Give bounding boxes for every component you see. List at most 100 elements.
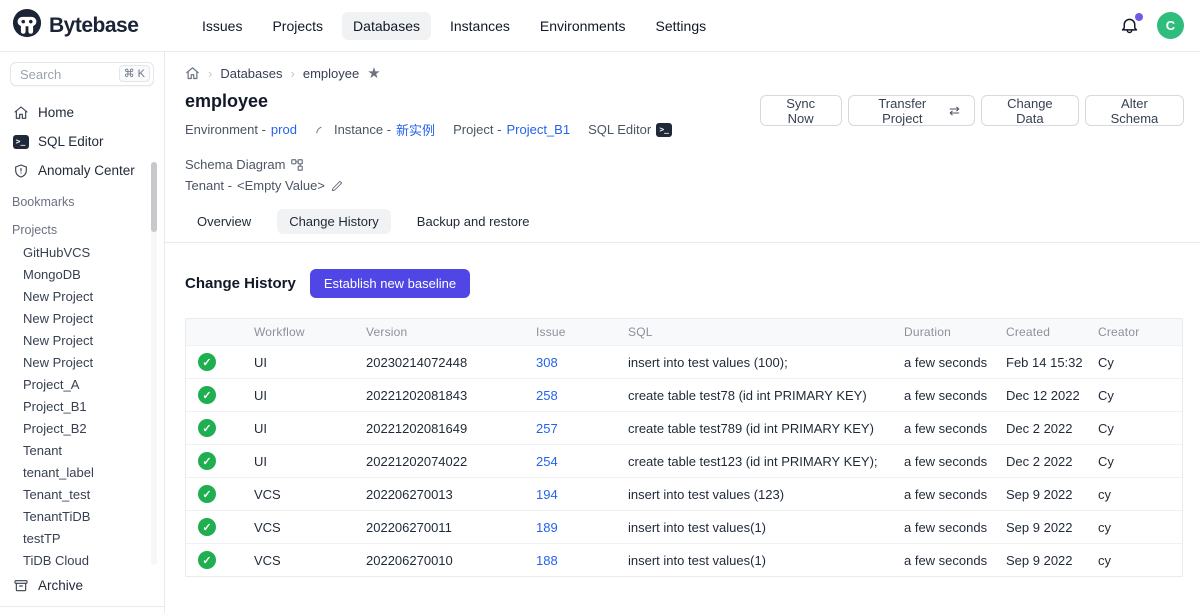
change-data-button[interactable]: Change Data <box>981 95 1079 126</box>
avatar[interactable]: C <box>1157 12 1184 39</box>
sidebar-project-item[interactable]: tenant_label <box>0 461 164 483</box>
nav-item-projects[interactable]: Projects <box>261 12 334 40</box>
nav-item-instances[interactable]: Instances <box>439 12 521 40</box>
issue-cell: 308 <box>524 346 616 379</box>
sql-cell: insert into test values (123) <box>616 478 892 511</box>
favorite-star-icon[interactable]: ★ <box>367 66 380 81</box>
meta-environment: Environment - prod <box>185 122 297 137</box>
tab-overview[interactable]: Overview <box>185 209 263 234</box>
sidebar-project-item[interactable]: New Project <box>0 285 164 307</box>
meta-schema-diagram[interactable]: Schema Diagram <box>185 157 304 172</box>
success-check-icon: ✓ <box>198 551 216 569</box>
establish-baseline-button[interactable]: Establish new baseline <box>310 269 470 298</box>
sql-cell: create table test123 (id int PRIMARY KEY… <box>616 445 892 478</box>
sidebar-project-item[interactable]: New Project <box>0 329 164 351</box>
issue-link[interactable]: 254 <box>536 454 558 469</box>
issue-link[interactable]: 308 <box>536 355 558 370</box>
project-link[interactable]: Project_B1 <box>506 122 570 137</box>
sidebar-project-item[interactable]: TiDB Cloud <box>0 549 164 571</box>
table-row[interactable]: ✓UI20230214072448308insert into test val… <box>186 346 1182 379</box>
created-cell: Sep 9 2022 <box>994 511 1086 544</box>
database-meta-row: Environment - prod Instance - 新实例 P <box>185 120 760 172</box>
sidebar-project-item[interactable]: TenantTiDB <box>0 505 164 527</box>
sidebar-project-item[interactable]: testTP <box>0 527 164 549</box>
sidebar-bottom: Archive Enterprise Plan <box>0 571 164 613</box>
sql-cell: create table test789 (id int PRIMARY KEY… <box>616 412 892 445</box>
issue-link[interactable]: 258 <box>536 388 558 403</box>
mysql-engine-icon <box>315 123 329 137</box>
sidebar: ⌘ K Home>_SQL EditorAnomaly Center Bookm… <box>0 52 165 613</box>
table-row[interactable]: ✓VCS202206270013194insert into test valu… <box>186 478 1182 511</box>
sidebar-project-item[interactable]: Project_B1 <box>0 395 164 417</box>
column-header-version: Version <box>354 319 524 346</box>
edit-pencil-icon[interactable] <box>330 179 344 193</box>
table-row[interactable]: ✓VCS202206270010188insert into test valu… <box>186 544 1182 577</box>
sidebar-item-label: Anomaly Center <box>38 163 135 178</box>
page-actions: Sync NowTransfer Project⇄Change Data Alte… <box>760 95 1184 126</box>
alter-schema-button[interactable]: Alter Schema <box>1085 95 1184 126</box>
issue-link[interactable]: 188 <box>536 553 558 568</box>
table-row[interactable]: ✓UI20221202074022254create table test123… <box>186 445 1182 478</box>
sidebar-project-item[interactable]: Tenant <box>0 439 164 461</box>
page-header: employee Environment - prod Instance - <box>165 81 1200 199</box>
meta-project: Project - Project_B1 <box>453 122 570 137</box>
creator-cell: cy <box>1086 511 1182 544</box>
nav-item-issues[interactable]: Issues <box>191 12 253 40</box>
home-icon[interactable] <box>185 66 200 81</box>
notifications-bell-icon[interactable] <box>1119 15 1141 37</box>
meta-instance: Instance - 新实例 <box>315 120 435 139</box>
duration-cell: a few seconds <box>892 379 994 412</box>
table-header-row: WorkflowVersionIssueSQLDurationCreatedCr… <box>186 319 1182 346</box>
sidebar-item-sql-editor[interactable]: >_SQL Editor <box>0 127 164 156</box>
sidebar-project-item[interactable]: New Project <box>0 307 164 329</box>
nav-item-settings[interactable]: Settings <box>645 12 718 40</box>
version-cell: 202206270010 <box>354 544 524 577</box>
success-check-icon: ✓ <box>198 386 216 404</box>
transfer-project-button[interactable]: Transfer Project⇄ <box>848 95 975 126</box>
issue-link[interactable]: 194 <box>536 487 558 502</box>
button-label: Alter Schema <box>1100 96 1169 126</box>
creator-cell: cy <box>1086 544 1182 577</box>
table-row[interactable]: ✓UI20221202081843258create table test78 … <box>186 379 1182 412</box>
table-row[interactable]: ✓UI20221202081649257create table test789… <box>186 412 1182 445</box>
search-shortcut-badge: ⌘ K <box>119 65 150 82</box>
instance-link[interactable]: 新实例 <box>396 120 435 139</box>
brand[interactable]: Bytebase <box>12 8 177 43</box>
sql-cell: insert into test values (100); <box>616 346 892 379</box>
sidebar-project-item[interactable]: Project_B2 <box>0 417 164 439</box>
status-cell: ✓ <box>186 478 242 511</box>
issue-link[interactable]: 189 <box>536 520 558 535</box>
breadcrumb-employee[interactable]: employee <box>303 66 359 81</box>
nav-item-databases[interactable]: Databases <box>342 12 431 40</box>
sidebar-scrollbar-thumb[interactable] <box>151 162 157 232</box>
tab-change-history[interactable]: Change History <box>277 209 391 234</box>
breadcrumb-databases[interactable]: Databases <box>220 66 282 81</box>
chevron-right-icon: › <box>291 66 295 81</box>
sync-now-button[interactable]: Sync Now <box>760 95 842 126</box>
table-row[interactable]: ✓VCS202206270011189insert into test valu… <box>186 511 1182 544</box>
sidebar-project-item[interactable]: MongoDB <box>0 263 164 285</box>
column-header-creator: Creator <box>1086 319 1182 346</box>
issue-link[interactable]: 257 <box>536 421 558 436</box>
notification-dot <box>1135 13 1143 21</box>
change-history-header: Change History Establish new baseline <box>165 243 1200 298</box>
duration-cell: a few seconds <box>892 478 994 511</box>
meta-sql-editor[interactable]: SQL Editor >_ <box>588 122 672 137</box>
duration-cell: a few seconds <box>892 346 994 379</box>
sidebar-project-item[interactable]: Tenant_test <box>0 483 164 505</box>
bytebase-logo-icon <box>12 8 42 43</box>
sidebar-item-home[interactable]: Home <box>0 98 164 127</box>
sidebar-item-archive[interactable]: Archive <box>0 571 164 600</box>
sidebar-item-anomaly-center[interactable]: Anomaly Center <box>0 156 164 185</box>
created-cell: Feb 14 15:32 <box>994 346 1086 379</box>
workflow-cell: UI <box>242 445 354 478</box>
duration-cell: a few seconds <box>892 544 994 577</box>
nav-item-environments[interactable]: Environments <box>529 12 637 40</box>
environment-link[interactable]: prod <box>271 122 297 137</box>
sidebar-project-item[interactable]: New Project <box>0 351 164 373</box>
tab-backup-and-restore[interactable]: Backup and restore <box>405 209 542 234</box>
sidebar-project-item[interactable]: Project_A <box>0 373 164 395</box>
sidebar-project-item[interactable]: GitHubVCS <box>0 241 164 263</box>
change-history-table: WorkflowVersionIssueSQLDurationCreatedCr… <box>185 318 1183 577</box>
workflow-cell: UI <box>242 346 354 379</box>
